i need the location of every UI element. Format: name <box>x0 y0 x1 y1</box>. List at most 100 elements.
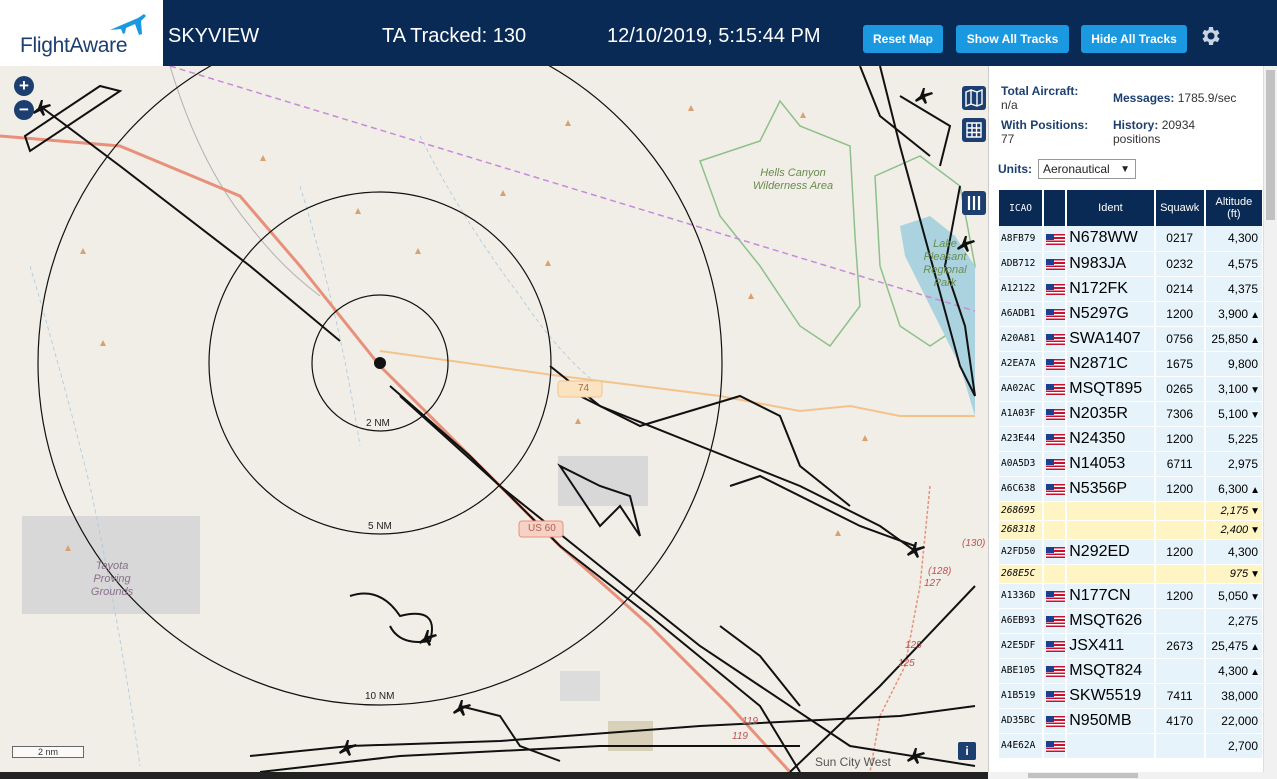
table-row[interactable]: ABE105 MSQT824 4,300 ▲ <box>999 658 1265 684</box>
map-view[interactable]: 2 NM 5 NM 10 NM US 60 74 Hells Canyon Wi… <box>0 66 988 772</box>
us-flag-icon <box>1046 590 1065 602</box>
flag-cell <box>1043 583 1068 609</box>
history-stat: History: 20934 positions <box>1113 118 1243 146</box>
flightaware-logo[interactable]: FlightAware <box>0 0 163 66</box>
table-header-row: ICAO Ident Squawk Altitude (ft) <box>999 190 1265 226</box>
map-layers-icon[interactable] <box>962 86 986 110</box>
us-flag-icon <box>1046 665 1065 677</box>
table-row[interactable]: 268695 2,175 ▼ <box>999 501 1265 521</box>
altitude-cell: 975 ▼ <box>1204 564 1265 584</box>
us-flag-icon <box>1046 433 1065 445</box>
table-row[interactable]: A2E5DF JSX411 2673 25,475 ▲ <box>999 633 1265 659</box>
flag-cell <box>1043 351 1068 377</box>
flag-cell <box>1043 608 1068 634</box>
road-74 <box>379 350 975 417</box>
road-number: 125 <box>905 640 922 651</box>
altitude-trend-icon: ▲ <box>1250 666 1260 678</box>
table-row[interactable]: A2EA7A N2871C 1675 9,800 <box>999 351 1265 377</box>
ident-cell: MSQT626 <box>1066 608 1156 634</box>
gear-icon[interactable] <box>1198 24 1222 48</box>
altitude-cell: 2,175 ▼ <box>1204 501 1265 521</box>
squawk-cell <box>1154 733 1206 759</box>
altitude-value: 3,900 <box>1218 306 1249 321</box>
table-row[interactable]: A1B519 SKW5519 7411 38,000 <box>999 683 1265 709</box>
flag-cell <box>1043 520 1068 540</box>
us60-label: US 60 <box>528 523 556 534</box>
altitude-cell: 22,000 <box>1204 708 1265 734</box>
table-row[interactable]: AA02AC MSQT895 0265 3,100 ▼ <box>999 376 1265 402</box>
altitude-cell: 25,475 ▲ <box>1204 633 1265 659</box>
flag-cell <box>1043 251 1068 277</box>
icao-cell: A20A81 <box>999 326 1045 352</box>
table-row[interactable]: A23E44 N24350 1200 5,225 <box>999 426 1265 452</box>
with-positions-value: 77 <box>1001 132 1015 146</box>
table-row[interactable]: AD35BC N950MB 4170 22,000 <box>999 708 1265 734</box>
grid-icon[interactable] <box>962 118 986 142</box>
ident-cell: MSQT824 <box>1066 658 1156 684</box>
current-datetime: 12/10/2019, 5:15:44 PM <box>607 25 821 47</box>
us-flag-icon <box>1046 715 1065 727</box>
table-row[interactable]: 268318 2,400 ▼ <box>999 520 1265 540</box>
table-row[interactable]: A1336D N177CN 1200 5,050 ▼ <box>999 583 1265 609</box>
squawk-cell: 0232 <box>1154 251 1206 277</box>
col-icao[interactable]: ICAO <box>999 190 1045 226</box>
table-row[interactable]: A12122 N172FK 0214 4,375 <box>999 276 1265 302</box>
flag-cell <box>1043 683 1068 709</box>
squawk-cell: 7411 <box>1154 683 1206 709</box>
hide-all-tracks-button[interactable]: Hide All Tracks <box>1081 25 1187 53</box>
flag-cell <box>1043 733 1068 759</box>
units-label: Units: <box>998 162 1032 176</box>
altitude-trend-icon: ▲ <box>1250 334 1260 346</box>
horizontal-scrollbar[interactable] <box>988 772 1277 779</box>
zoom-out-button[interactable]: − <box>14 100 34 120</box>
scrollbar-thumb[interactable] <box>1266 70 1275 220</box>
panel-scrollbar[interactable] <box>1263 66 1277 772</box>
altitude-value: 2,400 <box>1220 523 1249 536</box>
columns-icon[interactable] <box>962 191 986 215</box>
squawk-cell: 1200 <box>1154 583 1206 609</box>
icao-cell: A23E44 <box>999 426 1045 452</box>
table-row[interactable]: A8FB79 N678WW 0217 4,300 <box>999 226 1265 252</box>
ident-cell: N950MB <box>1066 708 1156 734</box>
units-select[interactable]: Aeronautical ▼ <box>1038 159 1136 179</box>
us-flag-icon <box>1046 640 1065 652</box>
show-all-tracks-button[interactable]: Show All Tracks <box>956 25 1069 53</box>
table-row[interactable]: A4E62A 2,700 <box>999 733 1265 759</box>
icao-cell: ABE105 <box>999 658 1045 684</box>
scrollbar-thumb[interactable] <box>1028 773 1138 778</box>
ident-cell: SWA1407 <box>1066 326 1156 352</box>
table-row[interactable]: A1A03F N2035R 7306 5,100 ▼ <box>999 401 1265 427</box>
table-row[interactable]: ADB712 N983JA 0232 4,575 <box>999 251 1265 277</box>
table-row[interactable]: A20A81 SWA1407 0756 25,850 ▲ <box>999 326 1265 352</box>
flag-cell <box>1043 301 1068 327</box>
squawk-cell: 0214 <box>1154 276 1206 302</box>
table-row[interactable]: A0A5D3 N14053 6711 2,975 <box>999 451 1265 477</box>
table-row[interactable]: A2FD50 N292ED 1200 4,300 <box>999 539 1265 565</box>
table-row[interactable]: A6EB93 MSQT626 2,275 <box>999 608 1265 634</box>
altitude-value: 5,100 <box>1218 406 1249 421</box>
col-altitude[interactable]: Altitude (ft) <box>1204 190 1265 226</box>
altitude-cell: 5,050 ▼ <box>1204 583 1265 609</box>
squawk-cell: 0756 <box>1154 326 1206 352</box>
col-ident[interactable]: Ident <box>1066 190 1156 226</box>
us-flag-icon <box>1046 258 1065 270</box>
zoom-in-button[interactable]: + <box>14 76 34 96</box>
us-flag-icon <box>1046 308 1065 320</box>
table-row[interactable]: A6C638 N5356P 1200 6,300 ▲ <box>999 476 1265 502</box>
altitude-trend-icon: ▼ <box>1250 505 1260 517</box>
route74-label: 74 <box>578 383 590 394</box>
col-squawk[interactable]: Squawk <box>1154 190 1206 226</box>
col-flag[interactable] <box>1043 190 1068 226</box>
map-canvas[interactable] <box>0 66 988 772</box>
altitude-cell: 25,850 ▲ <box>1204 326 1265 352</box>
table-row[interactable]: 268E5C 975 ▼ <box>999 564 1265 584</box>
ident-cell: N14053 <box>1066 451 1156 477</box>
icao-cell: AA02AC <box>999 376 1045 402</box>
flag-cell <box>1043 376 1068 402</box>
altitude-cell: 3,100 ▼ <box>1204 376 1265 402</box>
reset-map-button[interactable]: Reset Map <box>863 25 943 53</box>
info-button[interactable]: i <box>958 742 976 760</box>
wilderness-boundary <box>699 99 861 348</box>
squawk-cell: 1200 <box>1154 539 1206 565</box>
table-row[interactable]: A6ADB1 N5297G 1200 3,900 ▲ <box>999 301 1265 327</box>
